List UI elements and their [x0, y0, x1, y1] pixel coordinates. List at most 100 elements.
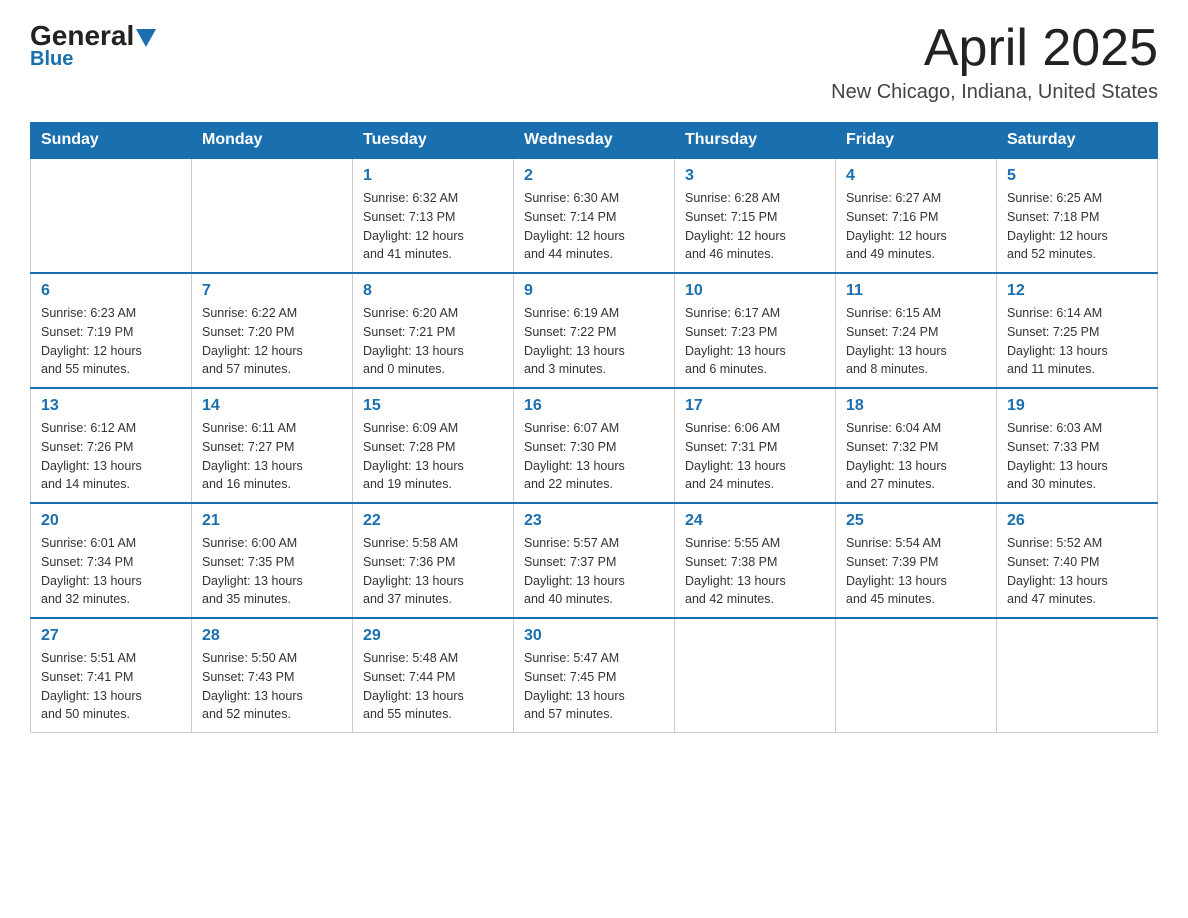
calendar-table: SundayMondayTuesdayWednesdayThursdayFrid…	[30, 122, 1158, 733]
month-title: April 2025	[831, 20, 1158, 77]
logo-triangle-icon	[136, 29, 156, 47]
day-info: Sunrise: 6:15 AMSunset: 7:24 PMDaylight:…	[846, 304, 986, 379]
calendar-cell: 22 Sunrise: 5:58 AMSunset: 7:36 PMDayligh…	[353, 503, 514, 618]
day-info: Sunrise: 5:50 AMSunset: 7:43 PMDaylight:…	[202, 649, 342, 724]
day-info: Sunrise: 5:48 AMSunset: 7:44 PMDaylight:…	[363, 649, 503, 724]
day-info: Sunrise: 6:14 AMSunset: 7:25 PMDaylight:…	[1007, 304, 1147, 379]
day-number: 13	[41, 397, 181, 415]
day-info: Sunrise: 6:32 AMSunset: 7:13 PMDaylight:…	[363, 189, 503, 264]
calendar-cell: 3 Sunrise: 6:28 AMSunset: 7:15 PMDaylight…	[675, 158, 836, 273]
day-info: Sunrise: 6:11 AMSunset: 7:27 PMDaylight:…	[202, 419, 342, 494]
calendar-cell: 11 Sunrise: 6:15 AMSunset: 7:24 PMDayligh…	[836, 273, 997, 388]
day-number: 10	[685, 282, 825, 300]
calendar-cell: 4Sunrise: 6:27 AMSunset: 7:16 PMDaylight…	[836, 158, 997, 273]
day-info: Sunrise: 5:58 AMSunset: 7:36 PMDaylight:…	[363, 534, 503, 609]
calendar-cell: 14 Sunrise: 6:11 AMSunset: 7:27 PMDayligh…	[192, 388, 353, 503]
calendar-cell: 30Sunrise: 5:47 AMSunset: 7:45 PMDayligh…	[514, 618, 675, 733]
day-info: Sunrise: 5:51 AMSunset: 7:41 PMDaylight:…	[41, 649, 181, 724]
day-info: Sunrise: 5:57 AMSunset: 7:37 PMDaylight:…	[524, 534, 664, 609]
day-info: Sunrise: 6:07 AMSunset: 7:30 PMDaylight:…	[524, 419, 664, 494]
day-number: 18	[846, 397, 986, 415]
day-number: 8	[363, 282, 503, 300]
column-header-friday: Friday	[836, 123, 997, 159]
day-number: 9	[524, 282, 664, 300]
calendar-cell: 8 Sunrise: 6:20 AMSunset: 7:21 PMDaylight…	[353, 273, 514, 388]
day-info: Sunrise: 6:28 AMSunset: 7:15 PMDaylight:…	[685, 189, 825, 264]
calendar-cell: 17 Sunrise: 6:06 AMSunset: 7:31 PMDayligh…	[675, 388, 836, 503]
day-info: Sunrise: 5:54 AMSunset: 7:39 PMDaylight:…	[846, 534, 986, 609]
day-number: 7	[202, 282, 342, 300]
calendar-cell: 27 Sunrise: 5:51 AMSunset: 7:41 PMDayligh…	[31, 618, 192, 733]
page-header: General Blue April 2025 New Chicago, Ind…	[30, 20, 1158, 104]
calendar-cell	[675, 618, 836, 733]
day-number: 12	[1007, 282, 1147, 300]
day-info: Sunrise: 6:22 AMSunset: 7:20 PMDaylight:…	[202, 304, 342, 379]
calendar-cell: 19Sunrise: 6:03 AMSunset: 7:33 PMDayligh…	[997, 388, 1158, 503]
day-number: 11	[846, 282, 986, 300]
calendar-cell: 10 Sunrise: 6:17 AMSunset: 7:23 PMDayligh…	[675, 273, 836, 388]
calendar-cell: 29 Sunrise: 5:48 AMSunset: 7:44 PMDayligh…	[353, 618, 514, 733]
day-number: 26	[1007, 512, 1147, 530]
calendar-cell	[31, 158, 192, 273]
calendar-cell: 28Sunrise: 5:50 AMSunset: 7:43 PMDayligh…	[192, 618, 353, 733]
day-info: Sunrise: 6:06 AMSunset: 7:31 PMDaylight:…	[685, 419, 825, 494]
calendar-cell: 2 Sunrise: 6:30 AMSunset: 7:14 PMDaylight…	[514, 158, 675, 273]
day-info: Sunrise: 6:20 AMSunset: 7:21 PMDaylight:…	[363, 304, 503, 379]
calendar-cell: 7 Sunrise: 6:22 AMSunset: 7:20 PMDaylight…	[192, 273, 353, 388]
day-number: 3	[685, 167, 825, 185]
calendar-cell: 25 Sunrise: 5:54 AMSunset: 7:39 PMDayligh…	[836, 503, 997, 618]
day-number: 29	[363, 627, 503, 645]
week-row-5: 27 Sunrise: 5:51 AMSunset: 7:41 PMDayligh…	[31, 618, 1158, 733]
day-info: Sunrise: 6:17 AMSunset: 7:23 PMDaylight:…	[685, 304, 825, 379]
day-number: 25	[846, 512, 986, 530]
location-subtitle: New Chicago, Indiana, United States	[831, 81, 1158, 104]
day-number: 17	[685, 397, 825, 415]
day-number: 15	[363, 397, 503, 415]
calendar-cell: 16Sunrise: 6:07 AMSunset: 7:30 PMDayligh…	[514, 388, 675, 503]
day-info: Sunrise: 6:25 AMSunset: 7:18 PMDaylight:…	[1007, 189, 1147, 264]
calendar-cell	[836, 618, 997, 733]
week-row-4: 20Sunrise: 6:01 AMSunset: 7:34 PMDayligh…	[31, 503, 1158, 618]
day-number: 1	[363, 167, 503, 185]
logo-blue-text: Blue	[30, 48, 73, 71]
day-number: 30	[524, 627, 664, 645]
calendar-cell: 6Sunrise: 6:23 AMSunset: 7:19 PMDaylight…	[31, 273, 192, 388]
calendar-cell: 1 Sunrise: 6:32 AMSunset: 7:13 PMDaylight…	[353, 158, 514, 273]
day-info: Sunrise: 6:19 AMSunset: 7:22 PMDaylight:…	[524, 304, 664, 379]
calendar-cell: 15 Sunrise: 6:09 AMSunset: 7:28 PMDayligh…	[353, 388, 514, 503]
day-number: 2	[524, 167, 664, 185]
day-number: 24	[685, 512, 825, 530]
column-header-tuesday: Tuesday	[353, 123, 514, 159]
day-info: Sunrise: 6:00 AMSunset: 7:35 PMDaylight:…	[202, 534, 342, 609]
day-number: 4	[846, 167, 986, 185]
day-info: Sunrise: 6:30 AMSunset: 7:14 PMDaylight:…	[524, 189, 664, 264]
day-info: Sunrise: 6:04 AMSunset: 7:32 PMDaylight:…	[846, 419, 986, 494]
calendar-cell: 9 Sunrise: 6:19 AMSunset: 7:22 PMDaylight…	[514, 273, 675, 388]
calendar-cell: 13 Sunrise: 6:12 AMSunset: 7:26 PMDayligh…	[31, 388, 192, 503]
day-info: Sunrise: 6:23 AMSunset: 7:19 PMDaylight:…	[41, 304, 181, 379]
week-row-1: 1 Sunrise: 6:32 AMSunset: 7:13 PMDaylight…	[31, 158, 1158, 273]
day-info: Sunrise: 6:09 AMSunset: 7:28 PMDaylight:…	[363, 419, 503, 494]
day-number: 5	[1007, 167, 1147, 185]
calendar-cell: 24Sunrise: 5:55 AMSunset: 7:38 PMDayligh…	[675, 503, 836, 618]
column-header-sunday: Sunday	[31, 123, 192, 159]
day-number: 14	[202, 397, 342, 415]
calendar-header-row: SundayMondayTuesdayWednesdayThursdayFrid…	[31, 123, 1158, 159]
calendar-cell: 23Sunrise: 5:57 AMSunset: 7:37 PMDayligh…	[514, 503, 675, 618]
day-number: 21	[202, 512, 342, 530]
column-header-thursday: Thursday	[675, 123, 836, 159]
calendar-title-area: April 2025 New Chicago, Indiana, United …	[831, 20, 1158, 104]
day-info: Sunrise: 5:52 AMSunset: 7:40 PMDaylight:…	[1007, 534, 1147, 609]
calendar-cell: 5 Sunrise: 6:25 AMSunset: 7:18 PMDaylight…	[997, 158, 1158, 273]
column-header-monday: Monday	[192, 123, 353, 159]
day-number: 27	[41, 627, 181, 645]
week-row-3: 13 Sunrise: 6:12 AMSunset: 7:26 PMDayligh…	[31, 388, 1158, 503]
day-number: 22	[363, 512, 503, 530]
week-row-2: 6Sunrise: 6:23 AMSunset: 7:19 PMDaylight…	[31, 273, 1158, 388]
calendar-cell: 18 Sunrise: 6:04 AMSunset: 7:32 PMDayligh…	[836, 388, 997, 503]
day-info: Sunrise: 6:03 AMSunset: 7:33 PMDaylight:…	[1007, 419, 1147, 494]
calendar-cell: 26 Sunrise: 5:52 AMSunset: 7:40 PMDayligh…	[997, 503, 1158, 618]
calendar-cell: 12 Sunrise: 6:14 AMSunset: 7:25 PMDayligh…	[997, 273, 1158, 388]
calendar-cell: 20Sunrise: 6:01 AMSunset: 7:34 PMDayligh…	[31, 503, 192, 618]
day-info: Sunrise: 6:12 AMSunset: 7:26 PMDaylight:…	[41, 419, 181, 494]
